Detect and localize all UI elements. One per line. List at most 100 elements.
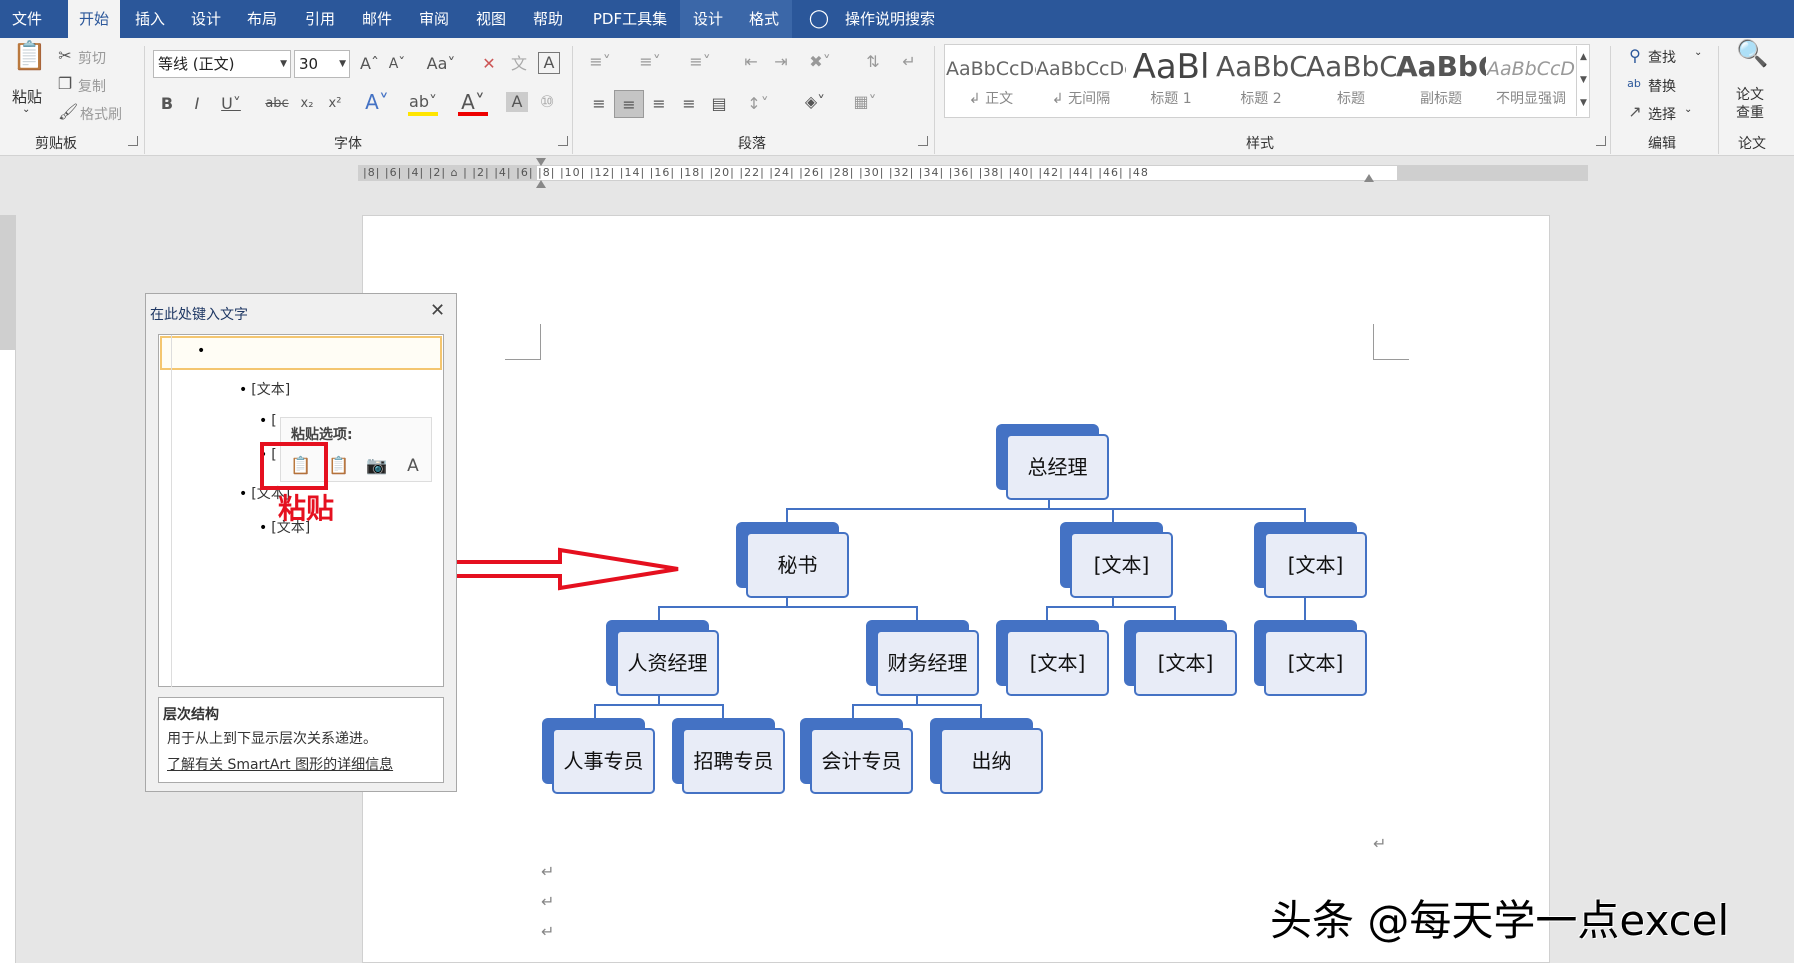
org-node-recruiter[interactable]: 招聘专员	[672, 718, 785, 794]
tab-mailings[interactable]: 邮件	[355, 0, 399, 38]
ruler-track[interactable]: |8| |6| |4| |2| ⌂ | |2| |4| |6| |8| |10|…	[358, 165, 1588, 181]
font-name-select[interactable]: 等线 (正文) ▼	[153, 50, 291, 78]
text-pane-item[interactable]: [文本]	[239, 379, 290, 399]
bullets-icon[interactable]: ≡˅	[586, 52, 614, 72]
smartart-help-link[interactable]: 了解有关 SmartArt 图形的详细信息	[167, 754, 393, 774]
tab-home[interactable]: 开始	[68, 0, 120, 38]
italic-icon[interactable]: I	[188, 94, 206, 114]
subscript-icon[interactable]: x₂	[296, 94, 318, 114]
tab-format[interactable]: 格式	[736, 0, 792, 38]
select-button[interactable]: 选择	[1648, 104, 1676, 124]
paper-check-button[interactable]: 论文 查重	[1736, 86, 1764, 122]
superscript-icon[interactable]: x²	[324, 94, 346, 114]
change-case-icon[interactable]: Aa˅	[424, 54, 458, 74]
right-indent-marker[interactable]	[1364, 174, 1374, 182]
phonetic-guide-icon[interactable]: 文	[508, 54, 530, 74]
first-line-indent-marker[interactable]	[536, 158, 546, 166]
grow-font-icon[interactable]: Aˆ	[360, 54, 379, 74]
style-subtle-emphasis[interactable]: AaBbCcD 不明显强调	[1486, 46, 1576, 108]
tab-insert[interactable]: 插入	[128, 0, 172, 38]
shrink-font-icon[interactable]: Aˇ	[388, 54, 406, 74]
line-spacing-icon[interactable]: ↕˅	[742, 94, 774, 114]
tab-review[interactable]: 审阅	[412, 0, 456, 38]
org-node-level3-text[interactable]: [文本]	[1124, 620, 1237, 696]
numbering-icon[interactable]: ≡˅	[636, 52, 664, 72]
text-pane-item[interactable]: [	[259, 413, 276, 429]
paste-text-only-icon[interactable]: A	[401, 454, 425, 478]
style-heading-1[interactable]: AaBl 标题 1	[1126, 46, 1216, 108]
font-size-select[interactable]: 30 ▼	[294, 50, 350, 78]
org-node-level2-text[interactable]: [文本]	[1254, 522, 1367, 598]
org-node-cashier[interactable]: 出纳	[930, 718, 1043, 794]
hanging-indent-marker[interactable]	[536, 180, 546, 188]
show-marks-icon[interactable]: ↵	[898, 52, 920, 72]
tab-view[interactable]: 视图	[469, 0, 513, 38]
paper-check-icon[interactable]: 🔍	[1736, 41, 1768, 78]
shading-icon[interactable]: ◈˅	[798, 92, 832, 112]
style-heading-2[interactable]: AaBbC(标题 2	[1216, 46, 1306, 108]
text-pane-item[interactable]	[197, 343, 209, 359]
tab-references[interactable]: 引用	[298, 0, 342, 38]
highlight-icon[interactable]: ab˅	[408, 92, 438, 116]
org-node-level3-text[interactable]: [文本]	[1254, 620, 1367, 696]
style-no-spacing[interactable]: AaBbCcDc ↲ 无间隔	[1036, 46, 1126, 108]
enclose-character-icon[interactable]: ⑩	[536, 92, 558, 112]
tab-help[interactable]: 帮助	[526, 0, 570, 38]
tab-pdf-tools[interactable]: PDF工具集	[582, 0, 678, 38]
clipboard-launcher-icon[interactable]	[128, 136, 138, 146]
replace-button[interactable]: 替换	[1648, 76, 1676, 96]
cut-button[interactable]: 剪切	[78, 48, 106, 68]
org-node-level2-text[interactable]: [文本]	[1060, 522, 1173, 598]
tab-design[interactable]: 设计	[184, 0, 228, 38]
tell-me-search[interactable]: 操作说明搜索	[840, 0, 940, 38]
character-shading-icon[interactable]: A	[506, 92, 528, 112]
style-title[interactable]: AaBbC(标题	[1306, 46, 1396, 108]
org-node-level3-text[interactable]: [文本]	[996, 620, 1109, 696]
close-icon[interactable]: ✕	[430, 300, 445, 321]
paste-picture-icon[interactable]: 📷	[365, 454, 389, 478]
styles-launcher-icon[interactable]	[1596, 136, 1606, 146]
org-node-hr-manager[interactable]: 人资经理	[606, 620, 719, 696]
borders-icon[interactable]: ▦˅	[848, 92, 882, 112]
decrease-indent-icon[interactable]: ⇤	[740, 52, 762, 72]
increase-indent-icon[interactable]: ⇥	[770, 52, 792, 72]
layout-description: 用于从上到下显示层次关系递进。	[167, 731, 377, 747]
paste-dropdown-icon[interactable]: ⌄	[22, 104, 30, 115]
multilevel-list-icon[interactable]: ≡˅	[686, 52, 714, 72]
font-color-icon[interactable]: A˅	[458, 92, 488, 116]
format-painter-button[interactable]: 格式刷	[80, 104, 122, 124]
tab-file[interactable]: 文件	[0, 0, 54, 38]
strikethrough-icon[interactable]: abc	[264, 94, 290, 114]
sort-icon[interactable]: ⇅	[862, 52, 884, 72]
align-right-icon[interactable]: ≡	[648, 94, 670, 114]
clear-format-icon[interactable]: ✕	[478, 54, 500, 74]
align-center-icon[interactable]: ≡	[614, 90, 644, 118]
paste-icon[interactable]: 📋	[12, 42, 47, 80]
tab-smartart-design[interactable]: 设计	[680, 0, 736, 38]
paste-merge-format-icon[interactable]: 📋	[327, 454, 351, 478]
justify-icon[interactable]: ≡	[678, 94, 700, 114]
org-node-finance-manager[interactable]: 财务经理	[866, 620, 979, 696]
align-left-icon[interactable]: ≡	[588, 94, 610, 114]
find-dropdown-icon[interactable]: ⌄	[1694, 47, 1702, 58]
org-node-hr-specialist[interactable]: 人事专员	[542, 718, 655, 794]
character-border-icon[interactable]: A	[538, 52, 560, 74]
style-normal[interactable]: AaBbCcDc ↲ 正文	[946, 46, 1036, 108]
font-launcher-icon[interactable]	[558, 136, 568, 146]
find-button[interactable]: 查找	[1648, 47, 1676, 67]
style-subtitle[interactable]: AaBbC副标题	[1396, 46, 1486, 108]
org-node-accountant[interactable]: 会计专员	[800, 718, 913, 794]
distributed-icon[interactable]: ▤	[708, 94, 730, 114]
styles-scroll[interactable]: ▲ ▼ ▼	[1576, 46, 1590, 116]
chinese-layout-icon[interactable]: ✖˅	[806, 52, 834, 72]
bold-icon[interactable]: B	[158, 94, 176, 114]
tab-layout[interactable]: 布局	[240, 0, 284, 38]
paragraph-launcher-icon[interactable]	[918, 136, 928, 146]
watermark: 头条 @每天学一点excel	[1270, 896, 1730, 945]
select-dropdown-icon[interactable]: ⌄	[1684, 104, 1692, 115]
underline-icon[interactable]: U˅	[218, 94, 244, 114]
org-node-secretary[interactable]: 秘书	[736, 522, 849, 598]
copy-button[interactable]: 复制	[78, 76, 106, 96]
org-node-general-manager[interactable]: 总经理	[996, 424, 1109, 500]
text-effects-icon[interactable]: A˅	[362, 92, 392, 112]
